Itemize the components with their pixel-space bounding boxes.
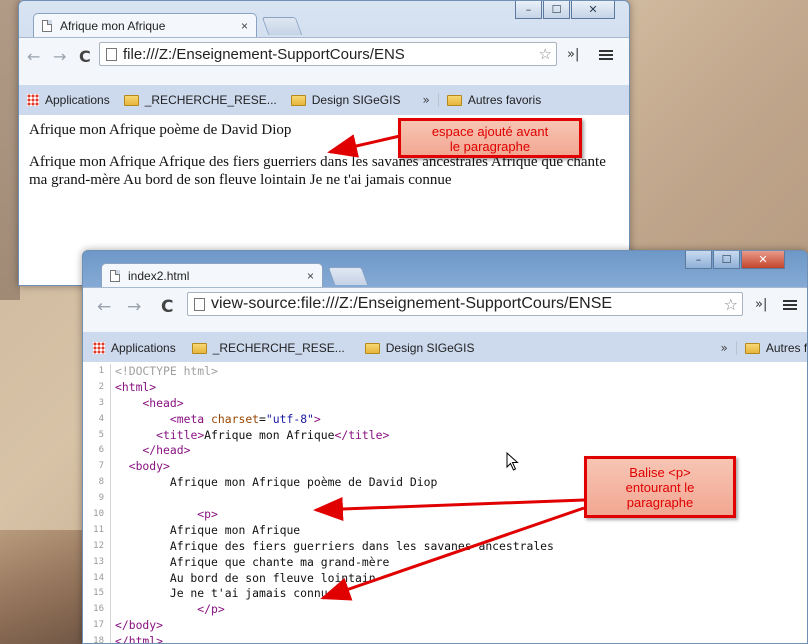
arrow-to-close-p	[320, 506, 585, 601]
mouse-cursor-icon	[506, 452, 519, 471]
arrow-to-paragraph-space	[327, 134, 401, 158]
callout-p-tag: Balise <p> entourant le paragraphe	[584, 456, 736, 518]
callout-space-added: espace ajouté avant le paragraphe	[398, 118, 582, 158]
arrow-to-open-p	[313, 497, 585, 521]
annotation-arrows	[313, 134, 585, 601]
